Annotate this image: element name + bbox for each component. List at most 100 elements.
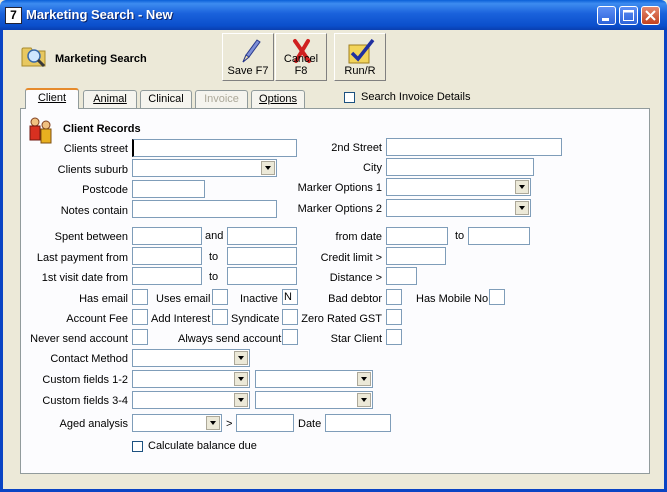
maximize-button[interactable]	[619, 6, 638, 25]
minimize-button[interactable]	[597, 6, 616, 25]
window-title: Marketing Search - New	[26, 7, 173, 22]
custom-field-3-dropdown[interactable]	[132, 391, 250, 409]
from-date-input[interactable]	[386, 227, 448, 245]
spent-between-label: Spent between	[54, 231, 128, 243]
account-fee-field[interactable]	[132, 309, 148, 325]
tab-options[interactable]: Options	[251, 90, 305, 108]
bad-debtor-label: Bad debtor	[328, 293, 382, 305]
tab-animal[interactable]: Animal	[83, 90, 137, 108]
close-button[interactable]	[641, 6, 660, 25]
section-title: Client Records	[63, 123, 141, 135]
custom-field-4-dropdown[interactable]	[255, 391, 373, 409]
aged-analysis-amount-input[interactable]	[236, 414, 294, 432]
run-label: Run/R	[344, 65, 376, 77]
first-visit-from-input[interactable]	[132, 267, 202, 285]
star-client-field[interactable]	[386, 329, 402, 345]
postcode-label: Postcode	[82, 184, 128, 196]
last-payment-to-label: to	[209, 251, 219, 263]
bad-debtor-field[interactable]	[386, 289, 402, 305]
inactive-label: Inactive	[240, 293, 278, 305]
credit-limit-input[interactable]	[386, 247, 446, 265]
search-invoice-details-checkbox[interactable]	[344, 92, 355, 103]
minimize-icon	[602, 18, 609, 21]
save-button[interactable]: Save F7	[222, 33, 274, 81]
tab-invoice: Invoice	[195, 90, 248, 108]
custom-fields-34-label: Custom fields 3-4	[42, 395, 128, 407]
city-input[interactable]	[386, 158, 534, 176]
chevron-down-icon[interactable]	[234, 351, 248, 365]
distance-input[interactable]	[386, 267, 417, 285]
cancel-button[interactable]: Cancel F8	[275, 33, 327, 81]
save-label: Save F7	[227, 65, 269, 77]
last-payment-to-input[interactable]	[227, 247, 297, 265]
chevron-down-icon[interactable]	[234, 372, 248, 386]
first-visit-from-label: 1st visit date from	[41, 272, 128, 284]
pen-icon	[242, 39, 261, 63]
tab-client[interactable]: Client	[25, 88, 79, 109]
marker-options-2-dropdown[interactable]	[386, 199, 531, 217]
calculate-balance-due-checkbox[interactable]	[132, 441, 143, 452]
checkmark-icon	[348, 38, 375, 64]
chevron-down-icon[interactable]	[515, 180, 529, 194]
people-icon	[29, 117, 52, 144]
tab-clinical[interactable]: Clinical	[140, 90, 192, 108]
from-date-label: from date	[335, 231, 382, 243]
chevron-down-icon[interactable]	[515, 201, 529, 215]
and-label: and	[205, 230, 224, 242]
postcode-input[interactable]	[132, 180, 205, 198]
close-icon	[645, 10, 656, 21]
greater-than-label: >	[226, 418, 233, 430]
aged-analysis-date-input[interactable]	[325, 414, 391, 432]
never-send-account-field[interactable]	[132, 329, 148, 345]
search-invoice-details-label: Search Invoice Details	[361, 91, 471, 103]
aged-analysis-dropdown[interactable]	[132, 414, 222, 432]
add-interest-field[interactable]	[212, 309, 228, 325]
add-interest-label: Add Interest	[151, 313, 211, 325]
first-visit-to-input[interactable]	[227, 267, 297, 285]
app-icon: 7	[5, 7, 22, 24]
custom-fields-12-label: Custom fields 1-2	[42, 374, 128, 386]
first-visit-to-label: to	[209, 271, 219, 283]
notes-contain-input[interactable]	[132, 200, 277, 218]
tab-client-label: Client	[37, 92, 67, 104]
clients-street-input[interactable]	[132, 139, 297, 157]
chevron-down-icon[interactable]	[357, 372, 371, 386]
has-email-field[interactable]	[132, 289, 148, 305]
city-label: City	[363, 162, 382, 174]
has-mobile-label: Has Mobile No	[416, 293, 489, 305]
uses-email-field[interactable]	[212, 289, 228, 305]
run-button[interactable]: Run/R	[334, 33, 386, 81]
chevron-down-icon[interactable]	[261, 161, 275, 175]
last-payment-from-input[interactable]	[132, 247, 202, 265]
chevron-down-icon[interactable]	[206, 416, 220, 430]
clients-street-label: Clients street	[63, 143, 128, 155]
clients-suburb-dropdown[interactable]	[132, 159, 277, 177]
chevron-down-icon[interactable]	[357, 393, 371, 407]
zero-rated-gst-label: Zero Rated GST	[301, 313, 382, 325]
zero-rated-gst-field[interactable]	[386, 309, 402, 325]
spent-to-input[interactable]	[227, 227, 297, 245]
spent-from-input[interactable]	[132, 227, 202, 245]
never-send-account-label: Never send account	[30, 333, 128, 345]
always-send-account-label: Always send account	[178, 333, 282, 345]
calculate-balance-due-label: Calculate balance due	[148, 440, 257, 452]
notes-contain-label: Notes contain	[60, 205, 128, 217]
second-street-input[interactable]	[386, 138, 562, 156]
syndicate-label: Syndicate	[231, 313, 280, 325]
cancel-label: Cancel F8	[283, 53, 319, 77]
to-date-label: to	[455, 230, 465, 242]
custom-field-2-dropdown[interactable]	[255, 370, 373, 388]
account-fee-label: Account Fee	[66, 313, 128, 325]
has-mobile-field[interactable]	[489, 289, 505, 305]
maximize-icon	[623, 10, 634, 21]
to-date-input[interactable]	[468, 227, 530, 245]
marker-options-1-label: Marker Options 1	[297, 182, 382, 194]
second-street-label: 2nd Street	[331, 142, 382, 154]
star-client-label: Star Client	[330, 333, 382, 345]
folder-search-icon	[21, 47, 46, 68]
chevron-down-icon[interactable]	[234, 393, 248, 407]
custom-field-1-dropdown[interactable]	[132, 370, 250, 388]
uses-email-label: Uses email	[156, 293, 211, 305]
marker-options-1-dropdown[interactable]	[386, 178, 531, 196]
contact-method-dropdown[interactable]	[132, 349, 250, 367]
